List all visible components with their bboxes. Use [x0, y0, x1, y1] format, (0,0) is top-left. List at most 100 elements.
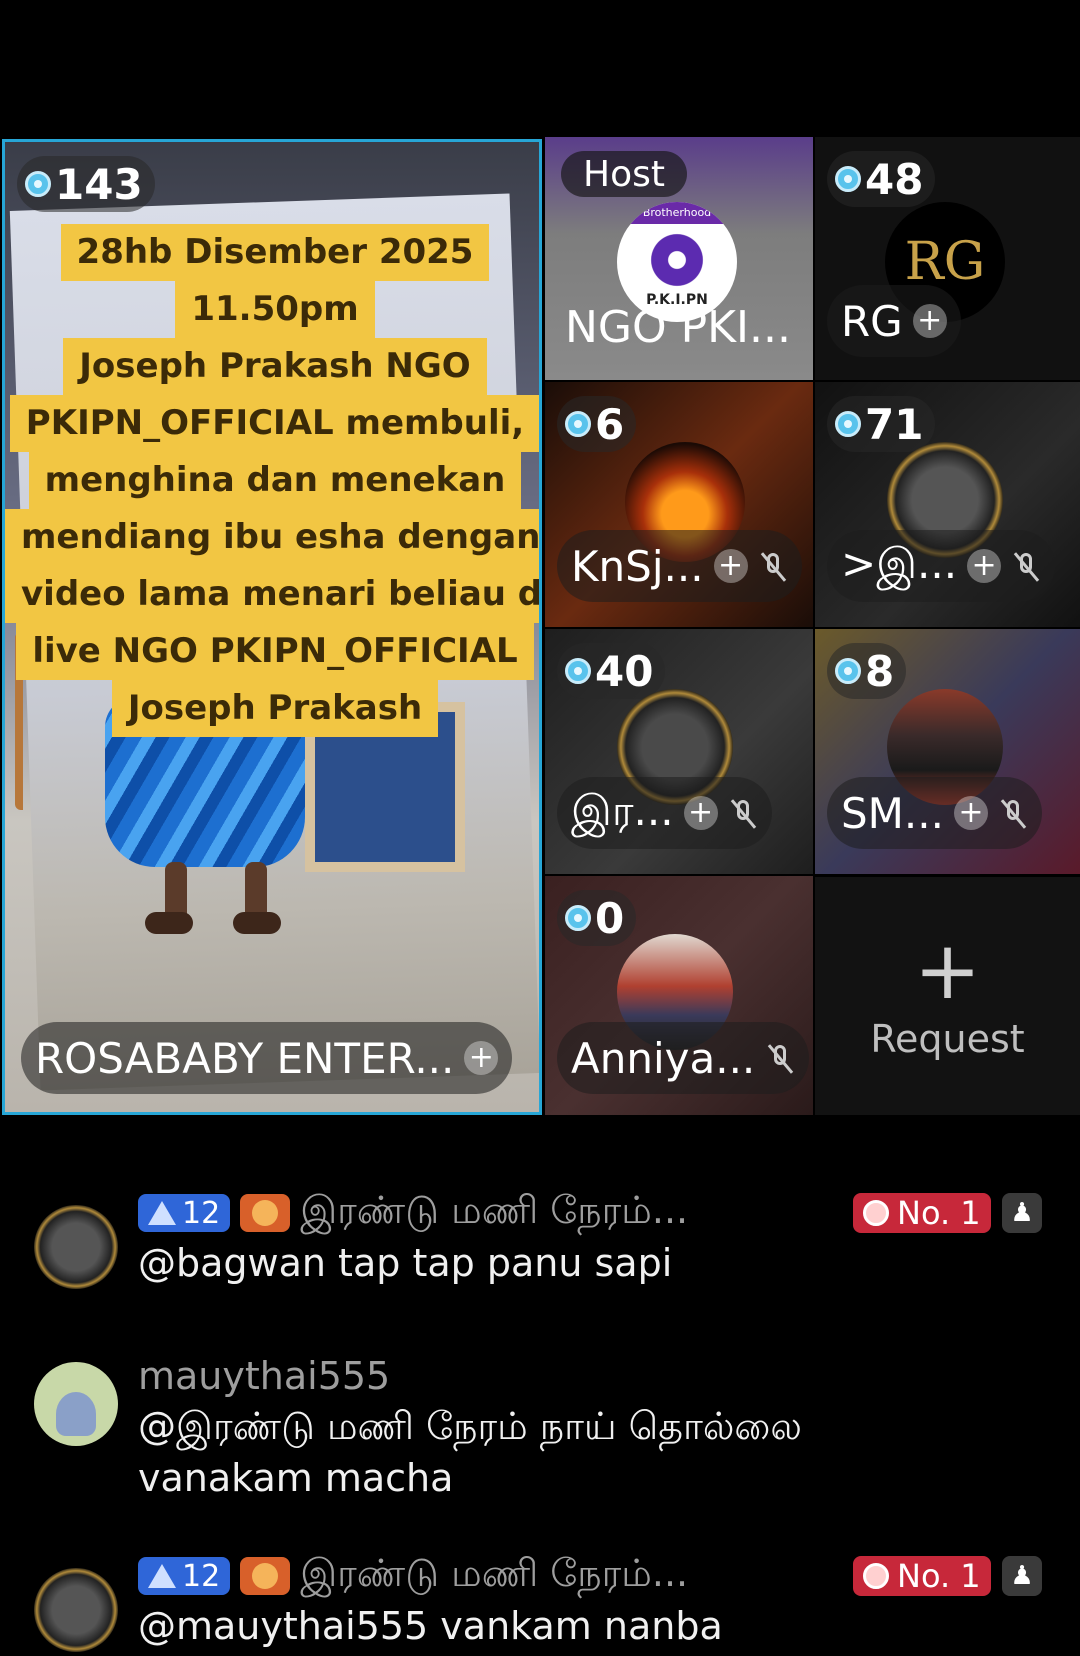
overlay-caption: 28hb Disember 2025 11.50pm Joseph Prakas… — [5, 224, 539, 737]
message-meta: 12 இரண்டு மணி நேரம்... — [138, 1188, 688, 1233]
gift-count: 143 — [55, 159, 143, 209]
caption-line: 11.50pm — [175, 281, 375, 338]
heart-icon — [252, 1563, 279, 1589]
foot-image — [233, 912, 281, 934]
rank-badge: No. 1 — [853, 1556, 991, 1596]
gem-icon — [835, 166, 861, 192]
caption-line: Joseph Prakash — [111, 680, 439, 737]
gift-count: 40 — [595, 646, 654, 696]
guest-tile[interactable]: 40 இர... + — [545, 629, 813, 874]
gift-count: 0 — [595, 893, 625, 943]
caption-line: menghina dan menekan — [28, 452, 522, 509]
mic-off-icon — [765, 1043, 795, 1073]
caption-line: video lama menari beliau di — [5, 566, 539, 623]
guest-name-pill[interactable]: RG + — [827, 285, 961, 357]
host-logo-banner: Brotherhood — [617, 202, 737, 224]
gift-count-badge: 6 — [557, 396, 637, 452]
guest-tile[interactable]: 48 RG RG + — [815, 137, 1080, 380]
gift-count: 8 — [865, 646, 895, 696]
gem-icon — [565, 411, 591, 437]
message-meta: 12 இரண்டு மணி நேரம்... — [138, 1551, 688, 1596]
user-avatar[interactable] — [34, 1205, 118, 1289]
user-avatar[interactable] — [34, 1568, 118, 1652]
message-text-line: vanakam macha — [138, 1456, 454, 1500]
level-number: 12 — [182, 1558, 221, 1594]
username[interactable]: இரண்டு மணி நேரம்... — [300, 1188, 688, 1238]
follow-plus-icon[interactable]: + — [912, 304, 947, 338]
caption-line: 28hb Disember 2025 — [60, 224, 490, 281]
gem-icon — [565, 658, 591, 684]
host-badge: Host — [561, 151, 687, 197]
rank-badge: No. 1 — [853, 1193, 991, 1233]
gem-icon — [565, 905, 591, 931]
mic-off-icon — [1011, 551, 1041, 581]
host-name: NGO PKI... — [565, 302, 791, 353]
level-triangle-icon — [148, 1201, 176, 1225]
gift-count-badge: 71 — [827, 396, 936, 452]
message-text: @bagwan tap tap panu sapi — [138, 1241, 673, 1285]
guest-tile[interactable]: 71 >இ... + — [815, 382, 1080, 627]
guest-name-pill[interactable]: இர... + — [557, 777, 772, 849]
guest-tile[interactable]: 0 Anniya... — [545, 876, 813, 1115]
follow-plus-icon[interactable]: + — [683, 796, 718, 830]
flower-logo-icon — [647, 230, 707, 290]
mic-off-icon — [998, 798, 1028, 828]
medal-icon — [863, 1200, 889, 1226]
caption-line: mendiang ibu esha dengan — [5, 509, 539, 566]
guest-tile[interactable]: 6 KnSj... + — [545, 382, 813, 627]
level-badge: 12 — [138, 1557, 231, 1595]
level-triangle-icon — [148, 1564, 176, 1588]
follow-plus-icon[interactable]: + — [713, 549, 748, 583]
username[interactable]: mauythai555 — [138, 1354, 390, 1398]
follow-plus-icon[interactable]: + — [953, 796, 988, 830]
guest-name: KnSj... — [571, 541, 704, 591]
level-badge: 12 — [138, 1194, 231, 1232]
message-text-line: @இரண்டு மணி நேரம் நாய் தொல்லை — [138, 1404, 802, 1448]
main-guest-tile[interactable]: 143 28hb Disember 2025 11.50pm Joseph Pr… — [2, 139, 542, 1115]
avatar-figure — [56, 1392, 96, 1436]
guest-name: >இ... — [841, 538, 958, 588]
username[interactable]: இரண்டு மணி நேரம்... — [300, 1551, 688, 1601]
rank-label: No. 1 — [897, 1194, 981, 1232]
caption-line: Joseph Prakash NGO — [63, 338, 487, 395]
guest-name-pill[interactable]: SM... + — [827, 777, 1042, 849]
guest-name: RG — [841, 296, 903, 346]
guest-name-pill[interactable]: >இ... + — [827, 530, 1056, 602]
gift-count: 6 — [595, 399, 625, 449]
guest-name-pill[interactable]: Anniya... — [557, 1022, 810, 1094]
gift-count: 71 — [865, 399, 924, 449]
rank-label: No. 1 — [897, 1557, 981, 1595]
gift-count-badge: 8 — [827, 643, 907, 699]
caption-line: live NGO PKIPN_OFFICIAL — [16, 623, 534, 680]
host-tile[interactable]: Host Brotherhood P.K.I.PN NGO PKI... — [545, 137, 813, 380]
gift-count-badge: 40 — [557, 643, 666, 699]
gem-icon — [25, 171, 51, 197]
follow-plus-icon[interactable]: + — [464, 1041, 499, 1075]
medal-icon — [863, 1563, 889, 1589]
gem-icon — [835, 411, 861, 437]
foot-image — [145, 912, 193, 934]
caption-line: PKIPN_OFFICIAL membuli, — [9, 395, 539, 452]
heart-icon — [252, 1200, 279, 1226]
gift-count-badge: 0 — [557, 890, 637, 946]
follow-user-icon[interactable]: ♟ — [1002, 1556, 1042, 1596]
guest-name-pill[interactable]: ROSABABY ENTER... + — [21, 1022, 513, 1094]
user-avatar[interactable] — [34, 1362, 118, 1446]
guest-name: SM... — [841, 788, 944, 838]
follow-user-icon[interactable]: ♟ — [1002, 1193, 1042, 1233]
guest-name-pill[interactable]: KnSj... + — [557, 530, 802, 602]
guest-tile[interactable]: 8 SM... + — [815, 629, 1080, 874]
follow-plus-icon[interactable]: + — [967, 549, 1002, 583]
gift-count-badge: 48 — [827, 151, 936, 207]
mic-off-icon — [758, 551, 788, 581]
level-number: 12 — [182, 1195, 221, 1231]
message-text: @mauythai555 vankam nanba — [138, 1604, 723, 1648]
message-meta: mauythai555 — [138, 1354, 390, 1398]
mic-off-icon — [728, 798, 758, 828]
guest-name: இர... — [571, 785, 674, 835]
request-button[interactable]: + Request — [815, 877, 1080, 1115]
message-text: @இரண்டு மணி நேரம் நாய் தொல்லை vanakam ma… — [138, 1400, 1038, 1504]
multi-guest-grid: 143 28hb Disember 2025 11.50pm Joseph Pr… — [0, 137, 1080, 1117]
fan-club-badge — [240, 1557, 291, 1595]
fan-club-badge — [240, 1194, 291, 1232]
